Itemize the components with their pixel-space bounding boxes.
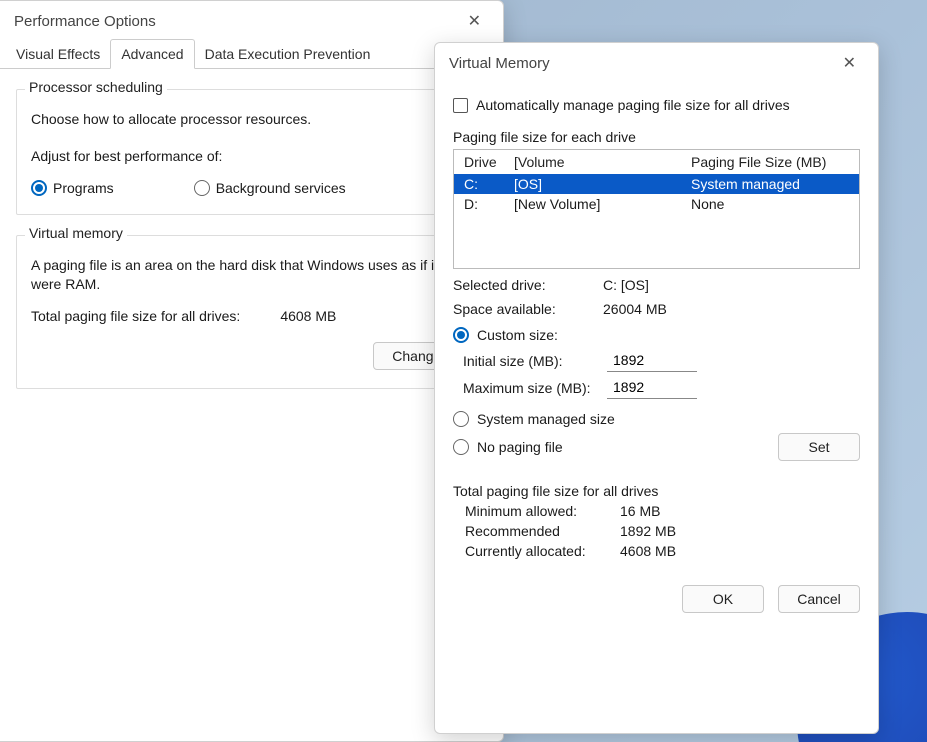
radio-programs[interactable]: Programs — [31, 180, 114, 196]
close-icon[interactable]: ✕ — [835, 51, 864, 75]
perf-titlebar[interactable]: Performance Options ✕ — [0, 1, 503, 39]
list-section-label: Paging file size for each drive — [453, 129, 860, 145]
min-allowed-label: Minimum allowed: — [465, 503, 620, 519]
maximum-size-label: Maximum size (MB): — [463, 380, 603, 396]
recommended-value: 1892 MB — [620, 523, 676, 539]
vm-group-label: Virtual memory — [25, 225, 127, 241]
space-available-label: Space available: — [453, 301, 603, 317]
currently-allocated-value: 4608 MB — [620, 543, 676, 559]
selected-drive-value: C: [OS] — [603, 277, 649, 293]
initial-size-label: Initial size (MB): — [463, 353, 603, 369]
radio-system-managed[interactable]: System managed size — [477, 411, 615, 427]
adjust-label: Adjust for best performance of: — [31, 147, 472, 166]
perf-title: Performance Options — [14, 13, 156, 30]
cell-drive: D: — [464, 196, 514, 212]
radio-no-paging-file[interactable]: No paging file — [477, 439, 563, 455]
processor-scheduling-group: Processor scheduling Choose how to alloc… — [16, 89, 487, 215]
total-value: 4608 MB — [280, 308, 336, 324]
virtual-memory-window: Virtual Memory ✕ Automatically manage pa… — [434, 42, 879, 734]
head-drive: Drive — [464, 154, 514, 170]
drive-row-d[interactable]: D: [New Volume] None — [454, 194, 859, 214]
set-button[interactable]: Set — [778, 433, 860, 461]
total-label: Total paging file size for all drives: — [31, 308, 240, 324]
cell-size: System managed — [691, 176, 851, 192]
tab-advanced[interactable]: Advanced — [110, 39, 194, 69]
head-volume: [Volume — [514, 154, 691, 170]
recommended-label: Recommended — [465, 523, 620, 539]
radio-dot-icon — [453, 439, 469, 455]
vm-desc: A paging file is an area on the hard dis… — [31, 256, 472, 294]
proc-group-label: Processor scheduling — [25, 79, 167, 95]
vm-title: Virtual Memory — [449, 55, 550, 72]
radio-dot-icon — [31, 180, 47, 196]
performance-options-window: Performance Options ✕ Visual Effects Adv… — [0, 0, 504, 742]
virtual-memory-group: Virtual memory A paging file is an area … — [16, 235, 487, 389]
maximum-size-input[interactable] — [607, 376, 697, 399]
selected-drive-label: Selected drive: — [453, 277, 603, 293]
radio-bgsvc-label: Background services — [216, 180, 346, 196]
tab-dep[interactable]: Data Execution Prevention — [195, 40, 381, 68]
cell-drive: C: — [464, 176, 514, 192]
tab-visual-effects[interactable]: Visual Effects — [6, 40, 110, 68]
cancel-button[interactable]: Cancel — [778, 585, 860, 613]
currently-allocated-label: Currently allocated: — [465, 543, 620, 559]
radio-dot-icon — [453, 327, 469, 343]
radio-custom-size[interactable]: Custom size: — [477, 327, 558, 343]
close-icon[interactable]: ✕ — [460, 9, 489, 33]
auto-manage-label: Automatically manage paging file size fo… — [476, 97, 790, 113]
space-available-value: 26004 MB — [603, 301, 667, 317]
cell-size: None — [691, 196, 851, 212]
min-allowed-value: 16 MB — [620, 503, 660, 519]
vm-titlebar[interactable]: Virtual Memory ✕ — [435, 43, 878, 81]
cell-volume: [New Volume] — [514, 196, 691, 212]
checkbox-box-icon — [453, 98, 468, 113]
ok-button[interactable]: OK — [682, 585, 764, 613]
radio-programs-label: Programs — [53, 180, 114, 196]
head-size: Paging File Size (MB) — [691, 154, 851, 170]
summary-label: Total paging file size for all drives — [453, 483, 860, 499]
summary-section: Total paging file size for all drives Mi… — [453, 483, 860, 559]
radio-dot-icon — [453, 411, 469, 427]
proc-desc: Choose how to allocate processor resourc… — [31, 110, 472, 129]
drive-list-header: Drive [Volume Paging File Size (MB) — [454, 150, 859, 174]
cell-volume: [OS] — [514, 176, 691, 192]
radio-dot-icon — [194, 180, 210, 196]
drive-row-c[interactable]: C: [OS] System managed — [454, 174, 859, 194]
radio-background-services[interactable]: Background services — [194, 180, 346, 196]
tab-row: Visual Effects Advanced Data Execution P… — [0, 39, 503, 69]
initial-size-input[interactable] — [607, 349, 697, 372]
auto-manage-checkbox[interactable]: Automatically manage paging file size fo… — [453, 97, 790, 113]
drive-list[interactable]: Drive [Volume Paging File Size (MB) C: [… — [453, 149, 860, 269]
